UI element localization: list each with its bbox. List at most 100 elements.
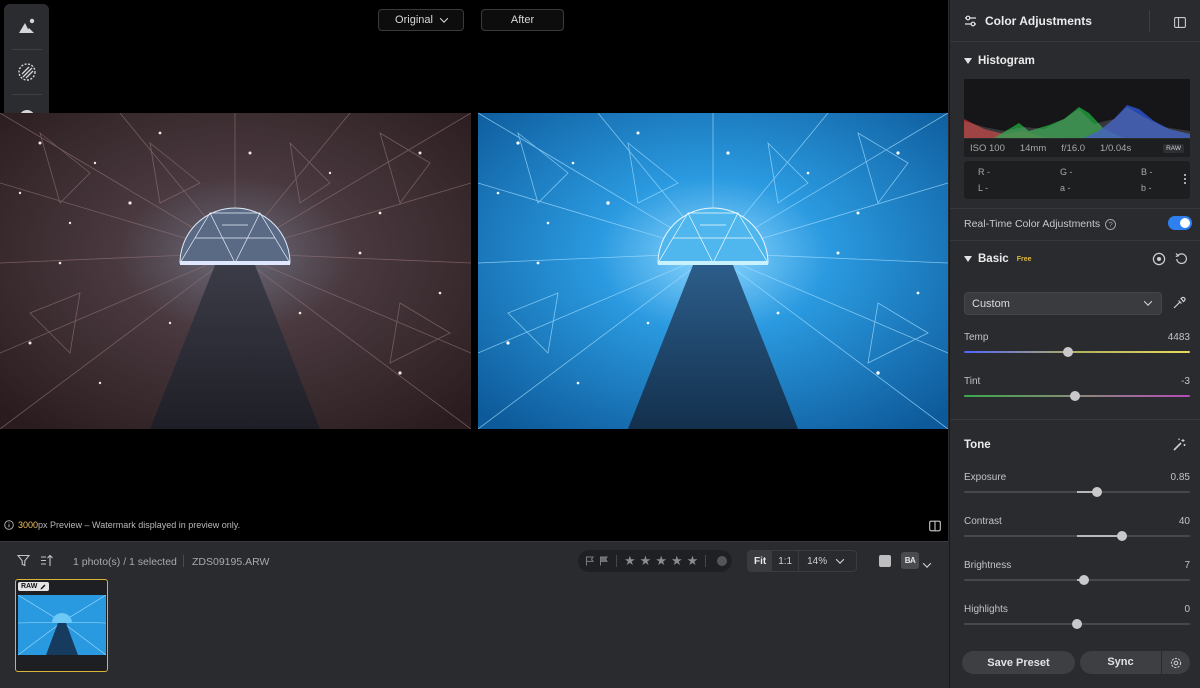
slider-value: 4483 [1167, 332, 1190, 343]
zoom-fit-button[interactable]: Fit [748, 551, 773, 571]
basic-reset-button[interactable] [1175, 252, 1188, 270]
filmstrip-divider [183, 555, 184, 567]
exposure-slider[interactable]: Exposure 0.85 [964, 472, 1190, 498]
readout-g: G - [1060, 167, 1073, 177]
color-label-button[interactable] [717, 556, 728, 566]
readout-a: a - [1060, 183, 1071, 193]
rating-divider [705, 555, 707, 567]
preview-resolution: 3000 [18, 520, 39, 530]
histogram-title: Histogram [978, 55, 1035, 67]
basic-visibility-button[interactable] [1152, 252, 1166, 271]
magic-wand-icon [1173, 438, 1186, 451]
slider-label: Tint [964, 376, 981, 387]
filter-icon [16, 554, 31, 567]
sync-button[interactable]: Sync [1080, 651, 1162, 674]
brightness-slider[interactable]: Brightness 7 [964, 560, 1190, 586]
star-1[interactable]: ★ [624, 555, 636, 568]
panel-layout-button[interactable] [1174, 15, 1186, 33]
zoom-level-dropdown[interactable]: 14% [799, 555, 851, 567]
sliders-icon [965, 15, 976, 26]
split-view-button[interactable] [929, 519, 941, 537]
slider-knob[interactable] [1117, 531, 1128, 541]
auto-tone-button[interactable] [1172, 438, 1186, 457]
flag-pick-icon[interactable] [585, 556, 595, 566]
focal-length-value: 14mm [1019, 142, 1047, 154]
readout-l: L - [978, 183, 989, 193]
filter-button[interactable] [16, 554, 31, 572]
original-label: Original [395, 14, 433, 26]
raw-format-badge: RAW [1163, 143, 1184, 153]
slider-value: 7 [1184, 560, 1190, 571]
slider-knob[interactable] [1072, 619, 1082, 629]
flag-reject-icon[interactable] [599, 556, 609, 566]
slider-fill [1077, 535, 1123, 537]
photo-thumbnail[interactable]: RAW [15, 579, 108, 672]
after-button[interactable]: After [481, 9, 564, 31]
more-options-icon[interactable] [1184, 174, 1186, 184]
realtime-toggle[interactable] [1168, 216, 1192, 230]
iso-value: ISO 100 [970, 142, 1005, 154]
contrast-slider[interactable]: Contrast 40 [964, 516, 1190, 542]
histogram-section-toggle[interactable]: Histogram [964, 55, 1035, 67]
before-after-view-button[interactable]: BA [901, 552, 919, 569]
tint-slider[interactable]: Tint -3 [964, 376, 1190, 402]
temp-slider[interactable]: Temp 4483 [964, 332, 1190, 358]
current-filename: ZDS09195.ARW [192, 556, 270, 568]
slider-knob[interactable] [1069, 391, 1080, 401]
basic-section-toggle[interactable]: Basic Free [964, 253, 1031, 265]
raw-badge: RAW [18, 582, 50, 591]
gear-icon [1170, 657, 1182, 668]
split-view-icon [929, 520, 941, 532]
section-divider [950, 208, 1200, 209]
readout-r: R - [978, 167, 990, 177]
free-badge: Free [1016, 255, 1032, 263]
panel-title: Color Adjustments [985, 13, 1092, 28]
histogram-chart [964, 79, 1190, 138]
zoom-level-value: 14% [807, 555, 828, 567]
slider-knob[interactable] [1078, 575, 1089, 585]
rating-bar: ★ ★ ★ ★ ★ [578, 550, 732, 572]
star-2[interactable]: ★ [640, 555, 652, 568]
help-icon[interactable]: ? [1105, 218, 1117, 230]
before-photo [0, 113, 471, 429]
slider-value: 0 [1184, 604, 1190, 615]
white-balance-select[interactable]: Custom [964, 292, 1162, 315]
slider-label: Exposure [964, 472, 1007, 483]
filmstrip-toolbar: 1 photo(s) / 1 selected ZDS09195.ARW ★ ★… [0, 542, 948, 580]
basic-title: Basic [978, 253, 1009, 265]
sort-button[interactable] [40, 554, 54, 572]
single-view-button[interactable] [879, 555, 891, 567]
preview-notice: 3000px Preview – Watermark displayed in … [4, 520, 240, 530]
reset-icon [1175, 253, 1187, 265]
slider-knob[interactable] [1062, 347, 1073, 357]
preview-text: px Preview – Watermark displayed in prev… [38, 520, 241, 530]
eyedropper-button[interactable] [1172, 296, 1186, 315]
star-4[interactable]: ★ [671, 555, 683, 568]
eyedropper-icon [1173, 296, 1186, 309]
after-photo [478, 113, 948, 429]
chevron-down-icon [439, 14, 449, 23]
save-preset-button[interactable]: Save Preset [962, 651, 1075, 674]
original-dropdown[interactable]: Original [378, 9, 464, 31]
highlights-slider[interactable]: Highlights 0 [964, 604, 1190, 630]
slider-label: Brightness [964, 560, 1012, 571]
realtime-label: Real-Time Color Adjustments [964, 218, 1101, 230]
view-mode-dropdown[interactable] [922, 555, 932, 573]
selection-count: 1 photo(s) / 1 selected [73, 556, 177, 568]
star-3[interactable]: ★ [655, 555, 667, 568]
slider-label: Temp [964, 332, 989, 343]
edit-tool-button[interactable] [4, 4, 49, 49]
realtime-color-row: Real-Time Color Adjustments ? [964, 216, 1192, 230]
photo-viewer: Original After 3000px Preview – Watermar… [0, 0, 948, 541]
thumbnail-image [17, 594, 107, 656]
raw-badge-label: RAW [21, 583, 38, 590]
zoom-1to1-button[interactable]: 1:1 [772, 551, 800, 571]
panel-layout-icon [1174, 17, 1186, 28]
section-divider [950, 240, 1200, 241]
edit-icon [18, 19, 34, 34]
slider-knob[interactable] [1092, 487, 1103, 497]
readout-b: B - [1141, 167, 1153, 177]
masking-tool-button[interactable] [4, 50, 49, 95]
star-5[interactable]: ★ [687, 555, 699, 568]
sync-settings-button[interactable] [1162, 657, 1190, 669]
